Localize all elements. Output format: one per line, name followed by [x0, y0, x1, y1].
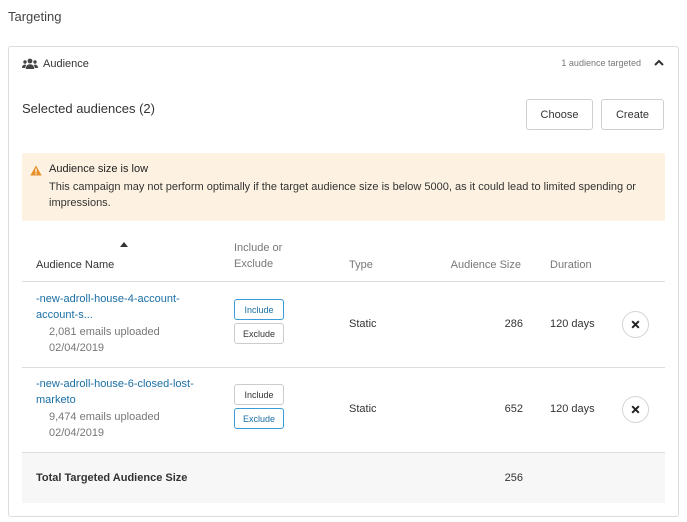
audience-targeted-count: 1 audience targeted [561, 58, 641, 68]
selected-audiences-title: Selected audiences (2) [22, 101, 155, 116]
table-row: -new-adroll-house-4-account-account-s...… [22, 283, 665, 367]
audience-type: Static [349, 403, 377, 415]
column-header-type: Type [349, 259, 373, 271]
exclude-toggle[interactable]: Exclude [234, 323, 284, 344]
column-header-audience-name[interactable]: Audience Name [36, 257, 114, 273]
emails-uploaded: 9,474 emails uploaded [49, 411, 160, 423]
audience-duration: 120 days [550, 403, 595, 415]
table-row: -new-adroll-house-6-closed-lost-marketo … [22, 368, 665, 452]
audience-name-link[interactable]: -new-adroll-house-4-account-account-s... [36, 291, 216, 323]
create-button[interactable]: Create [601, 99, 664, 130]
remove-audience-button[interactable] [622, 311, 649, 338]
audience-panel: Audience 1 audience targeted Selected au… [8, 46, 679, 517]
total-row: Total Targeted Audience Size 256 [22, 453, 665, 503]
exclude-toggle[interactable]: Exclude [234, 408, 284, 429]
audience-size: 286 [504, 318, 523, 330]
audience-name-link[interactable]: -new-adroll-house-6-closed-lost-marketo [36, 376, 216, 408]
upload-date: 02/04/2019 [49, 427, 105, 439]
panel-label: Audience [43, 58, 89, 70]
warning-text: This campaign may not perform optimally … [49, 181, 636, 209]
column-header-audience-size: Audience Size [450, 259, 521, 271]
audience-size-warning: Audience size is low This campaign may n… [22, 153, 665, 221]
column-header-include-exclude: Include or Exclude [234, 242, 283, 270]
total-label: Total Targeted Audience Size [36, 472, 188, 484]
section-title: Targeting [8, 9, 62, 24]
close-icon [631, 320, 640, 329]
emails-uploaded: 2,081 emails uploaded [49, 326, 160, 338]
audience-panel-header[interactable]: Audience 1 audience targeted [9, 47, 678, 81]
upload-date: 02/04/2019 [49, 342, 105, 354]
audience-type: Static [349, 318, 377, 330]
divider [22, 281, 665, 282]
total-audience-size: 256 [504, 472, 523, 484]
audience-duration: 120 days [550, 318, 595, 330]
choose-button[interactable]: Choose [526, 99, 593, 130]
close-icon [631, 405, 640, 414]
remove-audience-button[interactable] [622, 396, 649, 423]
include-toggle[interactable]: Include [234, 384, 284, 405]
chevron-up-icon[interactable] [653, 58, 665, 68]
audience-size: 652 [504, 403, 523, 415]
warning-icon [30, 165, 42, 176]
column-header-duration: Duration [550, 259, 592, 271]
warning-title: Audience size is low [49, 163, 149, 175]
users-icon [22, 58, 38, 69]
sort-ascending-icon[interactable] [120, 242, 128, 247]
include-toggle[interactable]: Include [234, 299, 284, 320]
